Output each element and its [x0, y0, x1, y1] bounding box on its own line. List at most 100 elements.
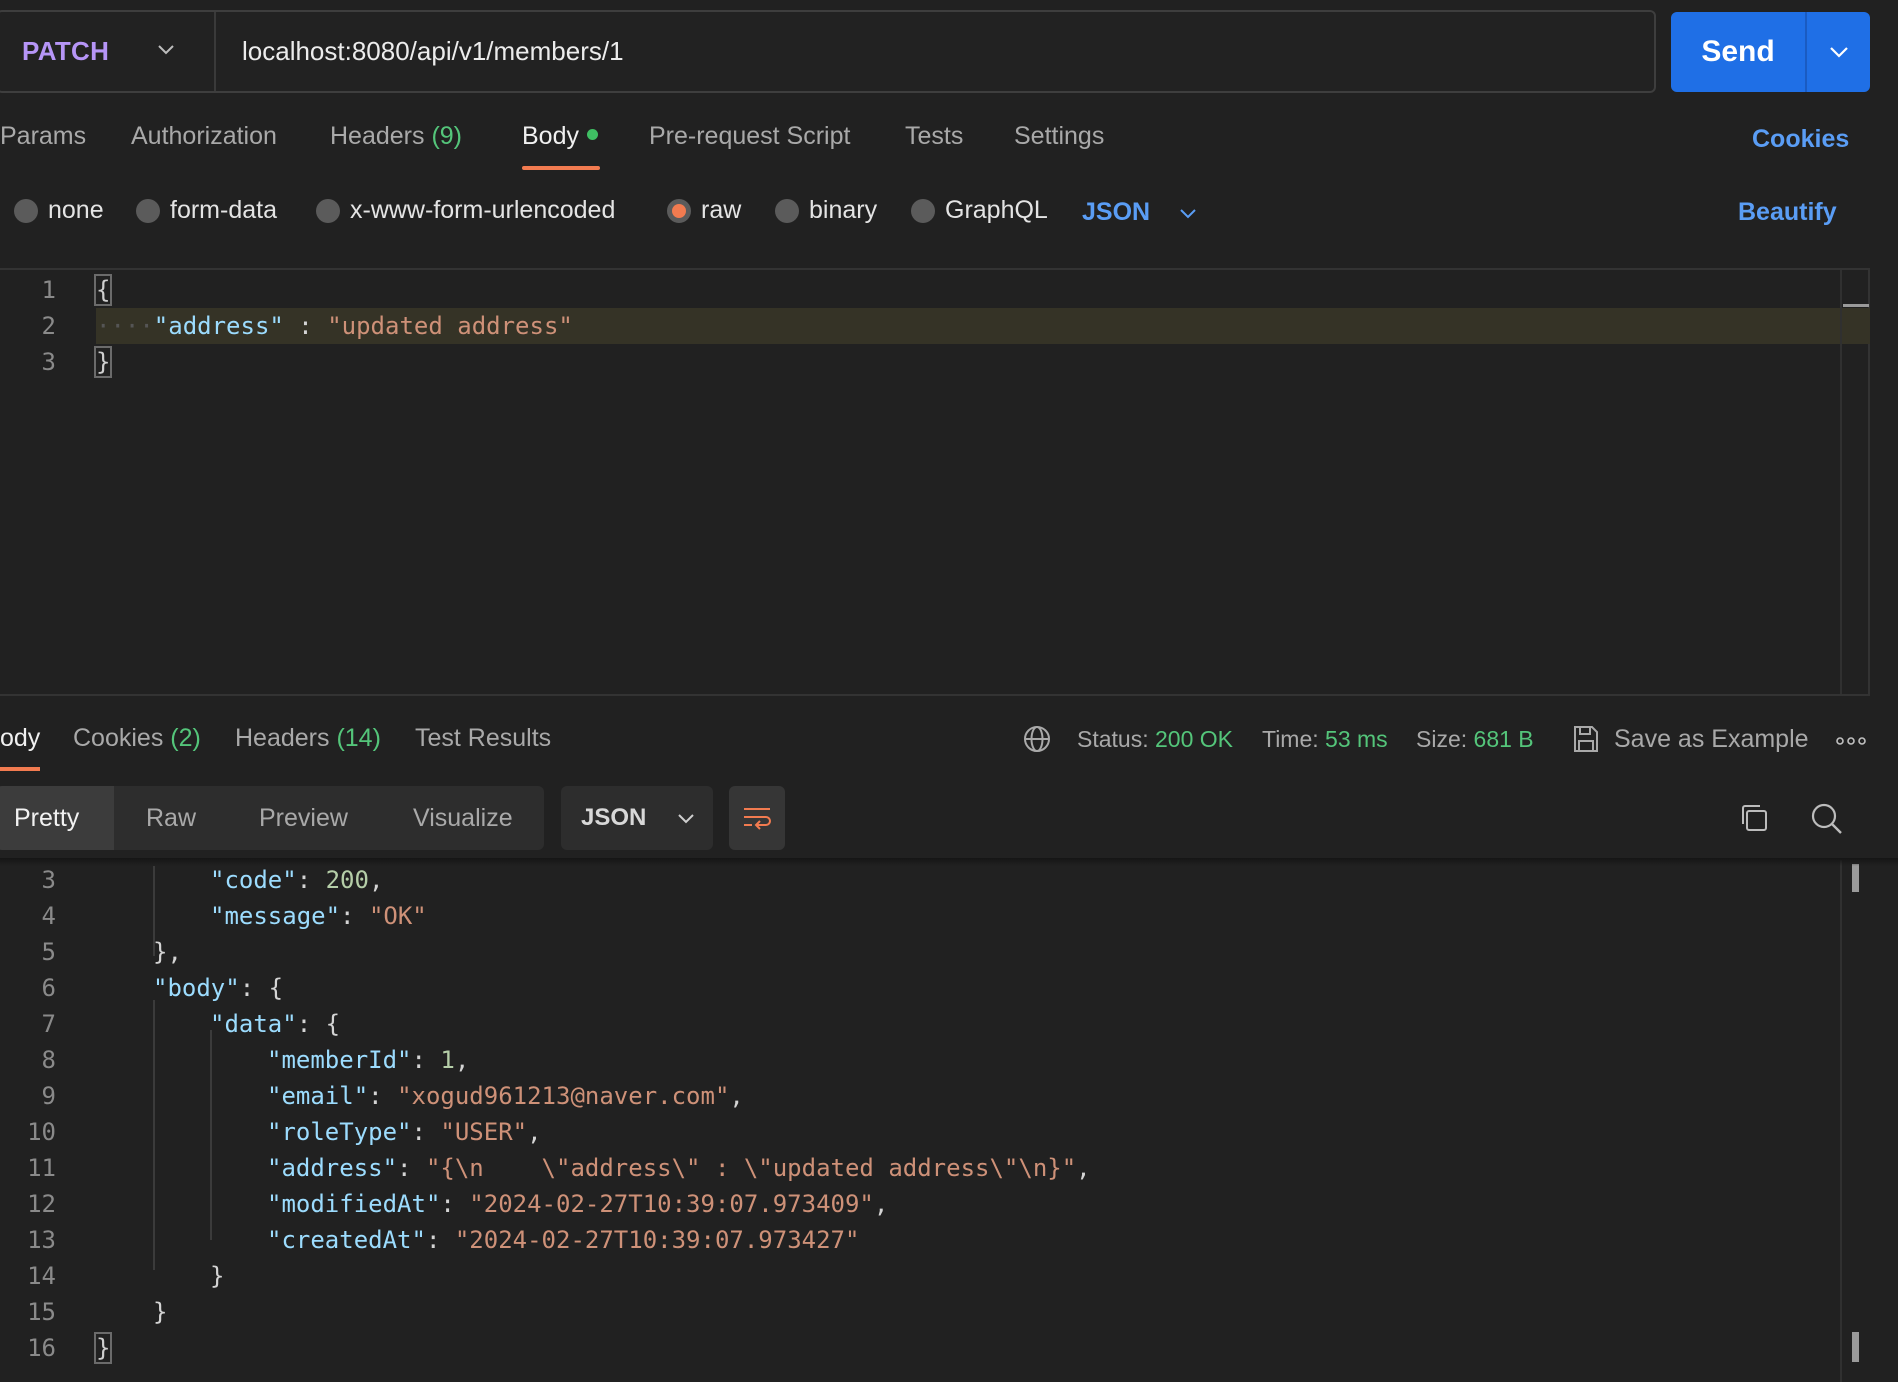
- tab-pre-request-script[interactable]: Pre-request Script: [649, 122, 850, 151]
- line-number: 3: [41, 866, 56, 894]
- cookies-link[interactable]: Cookies: [1752, 125, 1849, 154]
- response-format-dropdown[interactable]: JSON: [561, 786, 713, 850]
- url-input[interactable]: localhost:8080/api/v1/members/1: [216, 36, 624, 67]
- json-string: "USER": [440, 1118, 528, 1146]
- line-number: 11: [27, 1154, 56, 1182]
- method-selector[interactable]: PATCH: [0, 12, 216, 91]
- tab-response-body[interactable]: ody: [0, 724, 40, 753]
- line-number: 12: [27, 1190, 56, 1218]
- line-number: 9: [41, 1082, 56, 1110]
- chevron-down-icon: [1180, 208, 1196, 218]
- code-line: }: [153, 1298, 168, 1326]
- tab-count: (14): [336, 724, 381, 752]
- tab-headers[interactable]: Headers (9): [330, 122, 462, 151]
- radio-none[interactable]: none: [14, 196, 104, 225]
- time-readout: Time: 53 ms: [1262, 726, 1388, 753]
- line-number: 6: [41, 974, 56, 1002]
- line-number: 14: [27, 1262, 56, 1290]
- search-icon[interactable]: [1810, 802, 1844, 836]
- radio-urlencoded[interactable]: x-www-form-urlencoded: [316, 196, 615, 225]
- radio-label: form-data: [170, 196, 277, 224]
- tab-params[interactable]: Params: [0, 122, 86, 151]
- matched-bracket: {: [93, 274, 113, 306]
- radio-circle: [14, 198, 38, 223]
- tab-response-headers[interactable]: Headers (14): [235, 724, 381, 753]
- json-number: 1: [440, 1046, 455, 1074]
- line-number: 15: [27, 1298, 56, 1326]
- json-key: "body": [153, 974, 240, 1002]
- size-readout: Size: 681 B: [1416, 726, 1534, 753]
- line-number: 1: [41, 276, 56, 304]
- send-button[interactable]: Send: [1671, 12, 1805, 92]
- json-brace: {: [325, 1010, 341, 1038]
- radio-raw[interactable]: raw: [667, 196, 741, 225]
- matched-bracket: }: [93, 1332, 113, 1364]
- radio-label: raw: [701, 196, 742, 224]
- send-button-group: Send: [1671, 12, 1870, 92]
- radio-circle: [136, 198, 160, 223]
- tab-tests[interactable]: Tests: [905, 122, 963, 151]
- tab-count: (2): [170, 724, 201, 752]
- view-preview[interactable]: Preview: [259, 786, 348, 850]
- radio-binary[interactable]: binary: [775, 196, 877, 225]
- chevron-down-icon: [678, 814, 695, 824]
- wrap-lines-button[interactable]: [729, 786, 785, 850]
- size-label: Size:: [1416, 726, 1468, 752]
- json-key: "email": [267, 1082, 369, 1110]
- tab-settings[interactable]: Settings: [1014, 122, 1104, 151]
- code-line: "email": "xogud961213@naver.com",: [267, 1082, 744, 1110]
- radio-label: x-www-form-urlencoded: [350, 196, 616, 224]
- tab-response-cookies[interactable]: Cookies (2): [73, 724, 201, 753]
- code-line: "createdAt": "2024-02-27T10:39:07.973427…: [267, 1226, 860, 1254]
- line-number: 13: [27, 1226, 56, 1254]
- radio-circle-selected: [667, 198, 691, 223]
- editor-scrollbar[interactable]: [1840, 270, 1842, 694]
- radio-label: none: [48, 196, 104, 224]
- size-value: 681 B: [1473, 726, 1534, 752]
- body-format-dropdown[interactable]: JSON: [1082, 198, 1198, 227]
- code-line: }: [93, 346, 113, 378]
- response-body-viewer[interactable]: 3 4 5 6 7 8 9 10 11 12 13 14 15 16 "code…: [0, 860, 1870, 1382]
- json-value: "updated address": [327, 312, 573, 340]
- view-raw[interactable]: Raw: [146, 786, 196, 850]
- json-string: "{\n \"address\" : \"updated address\"\n…: [425, 1154, 1077, 1182]
- line-number: 5: [41, 938, 56, 966]
- radio-circle: [911, 198, 935, 223]
- json-key: "address": [267, 1154, 398, 1182]
- globe-icon[interactable]: [1022, 724, 1052, 754]
- response-scrollbar[interactable]: [1840, 860, 1842, 1382]
- code-line: "memberId": 1,: [267, 1046, 470, 1074]
- scrollbar-marker: [1852, 1332, 1859, 1362]
- copy-icon[interactable]: [1738, 802, 1770, 834]
- line-number: 4: [41, 902, 56, 930]
- beautify-button[interactable]: Beautify: [1738, 198, 1837, 227]
- line-number: 10: [27, 1118, 56, 1146]
- tab-test-results[interactable]: Test Results: [415, 724, 551, 753]
- body-format-label: JSON: [1082, 198, 1151, 226]
- send-options-button[interactable]: [1807, 12, 1870, 92]
- code-line: ····"address" : "updated address": [96, 312, 573, 340]
- tab-body[interactable]: Body: [522, 122, 598, 151]
- json-key: "address": [153, 312, 284, 340]
- tab-body-label: Body: [522, 122, 579, 150]
- view-pretty[interactable]: Pretty: [0, 786, 114, 850]
- code-line: }: [210, 1262, 225, 1290]
- scrollbar-thumb[interactable]: [1852, 864, 1859, 892]
- more-icon[interactable]: [1836, 736, 1866, 746]
- line-number: 2: [41, 312, 56, 340]
- tab-authorization[interactable]: Authorization: [131, 122, 277, 151]
- request-body-editor[interactable]: 1 2 3 { ····"address" : "updated address…: [0, 268, 1870, 696]
- json-colon: :: [283, 312, 328, 340]
- radio-graphql[interactable]: GraphQL: [911, 196, 1048, 225]
- code-line: "data": {: [210, 1010, 341, 1038]
- radio-form-data[interactable]: form-data: [136, 196, 277, 225]
- json-key: "roleType": [267, 1118, 412, 1146]
- tab-headers-count: (9): [431, 122, 463, 150]
- active-tab-indicator: [0, 767, 40, 771]
- indent-guide: ····: [96, 312, 154, 340]
- save-as-example-button[interactable]: Save as Example: [1572, 724, 1809, 754]
- modified-dot-icon: [586, 129, 598, 140]
- view-visualize[interactable]: Visualize: [413, 786, 513, 850]
- json-key: "code": [210, 866, 297, 894]
- code-line: "modifiedAt": "2024-02-27T10:39:07.97340…: [267, 1190, 889, 1218]
